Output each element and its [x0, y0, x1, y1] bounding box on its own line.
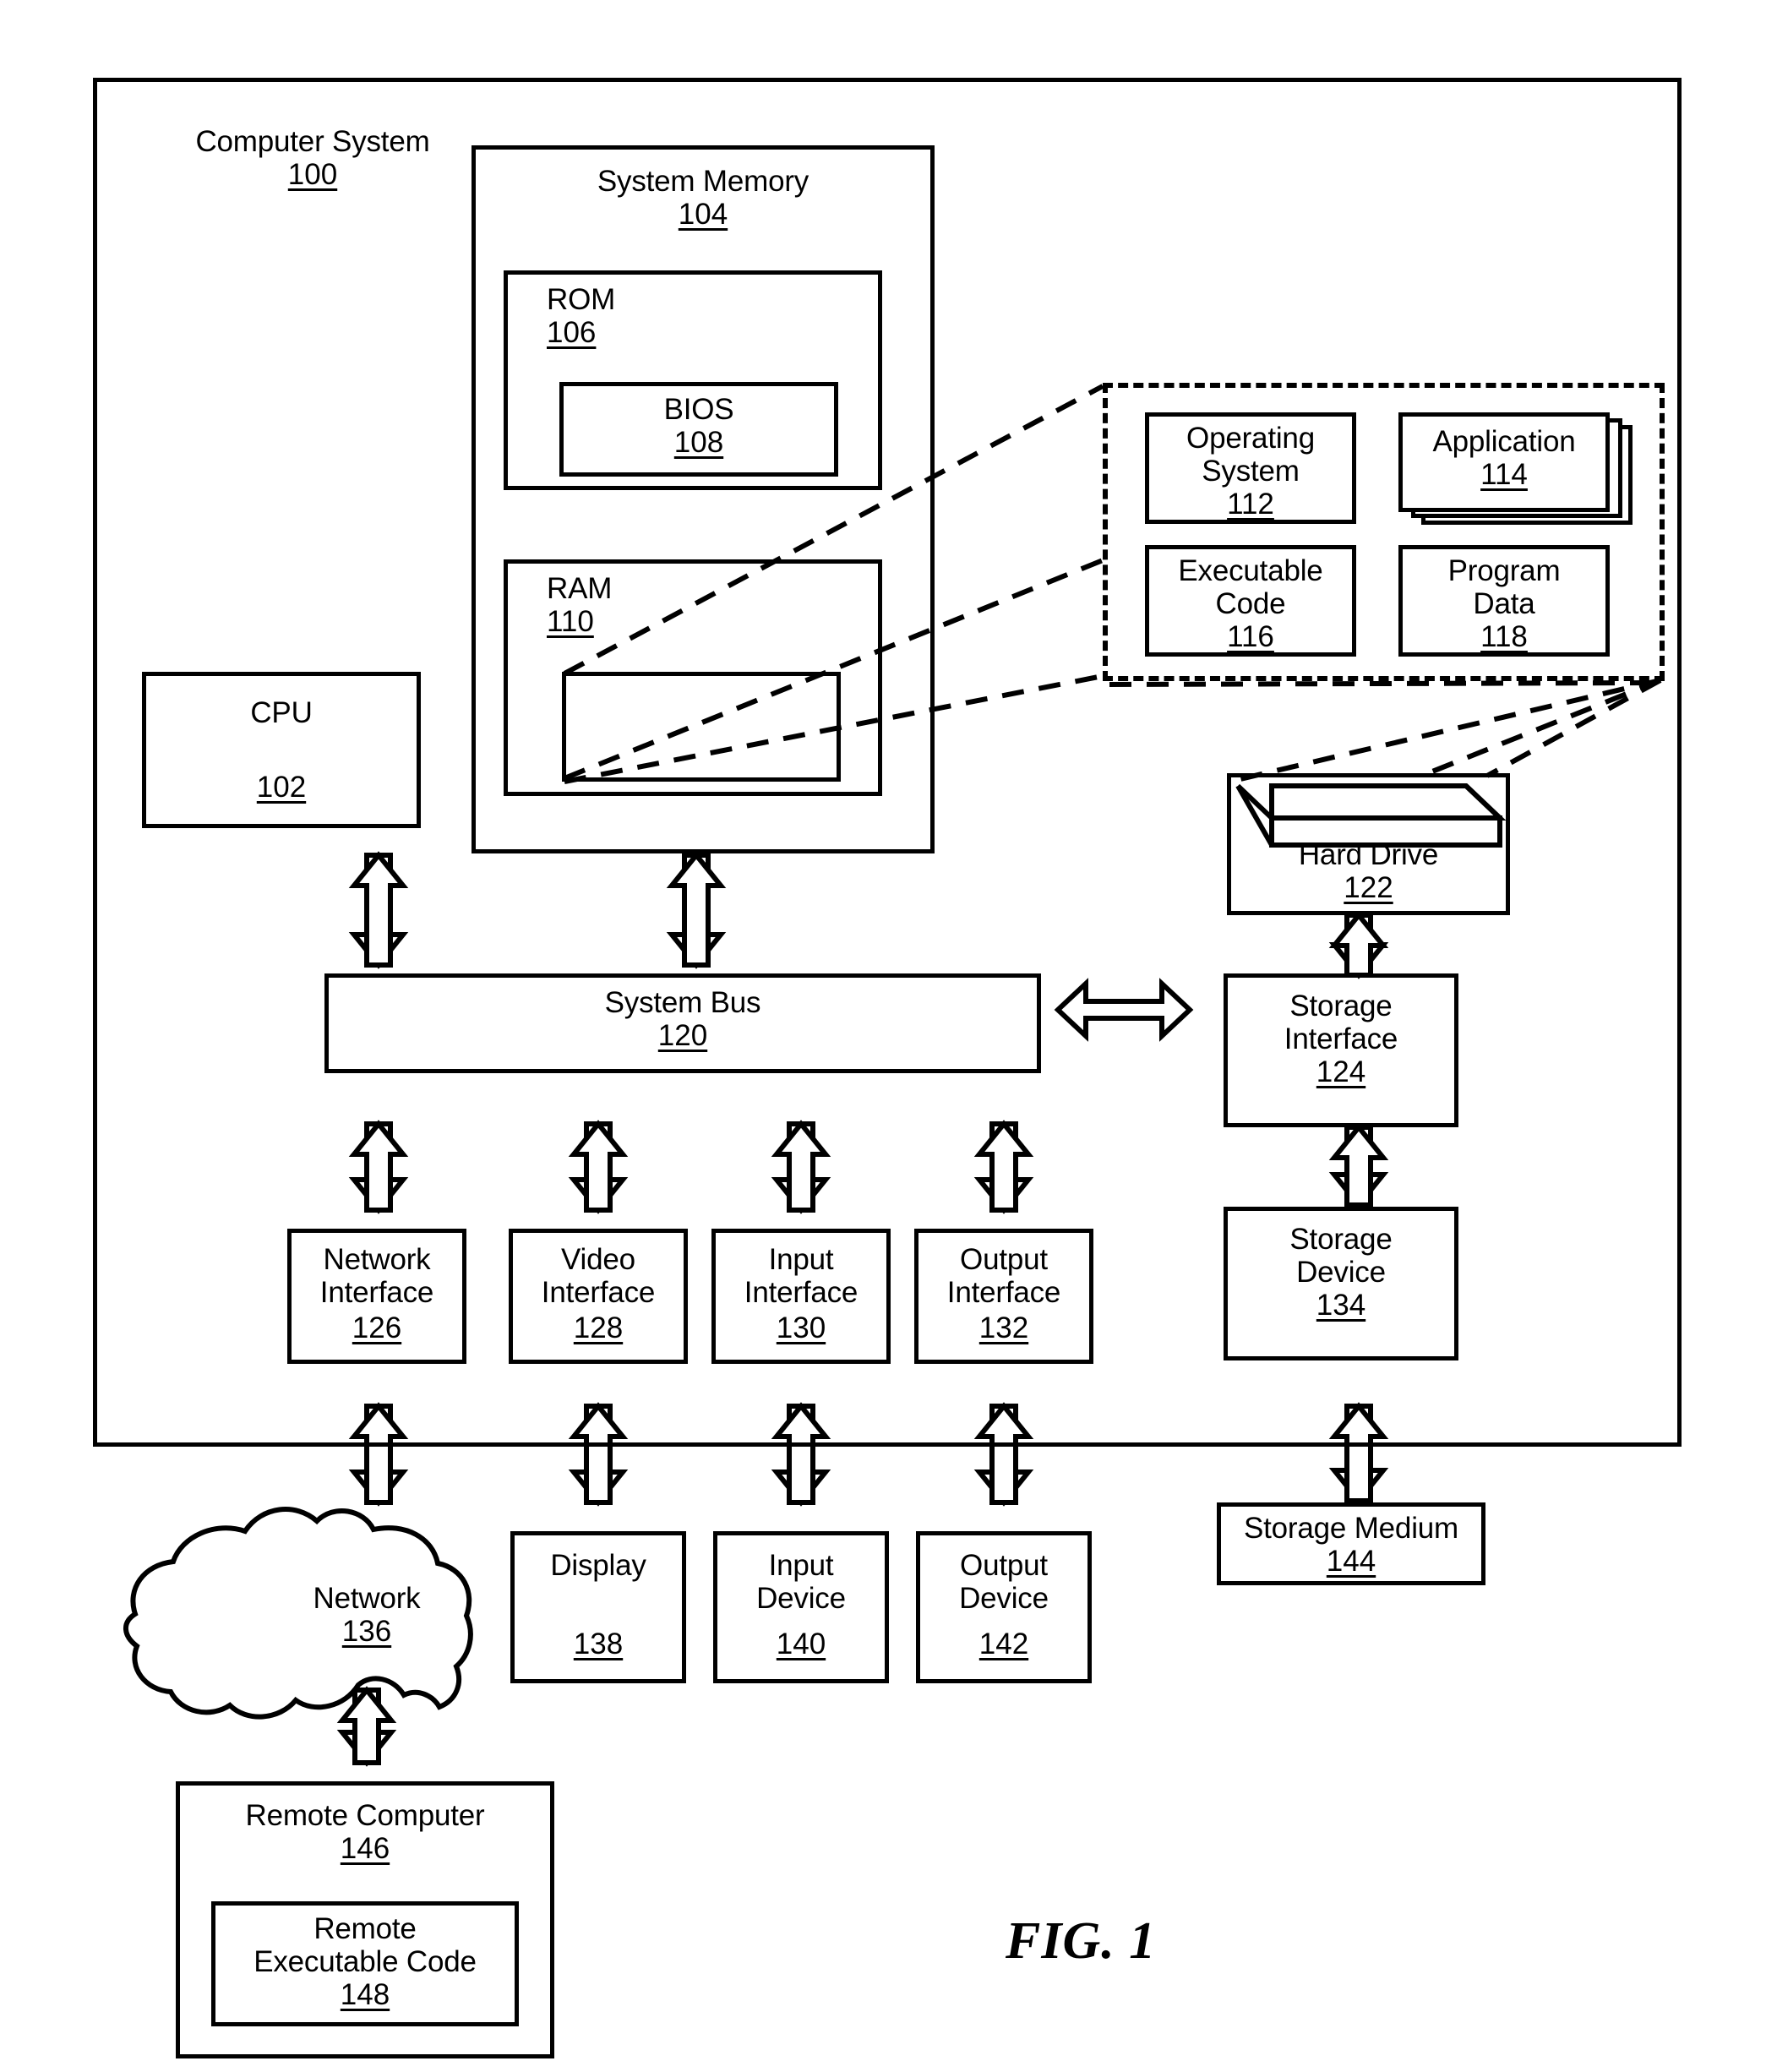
output-device-label: Output Device: [959, 1549, 1049, 1616]
storage-device-label: Storage Device: [1289, 1223, 1393, 1290]
display-number: 138: [573, 1627, 624, 1660]
hard-drive-box[interactable]: Hard Drive 122: [1227, 773, 1510, 915]
storage-medium-number: 144: [1326, 1545, 1376, 1579]
ram-label: RAM: [547, 572, 613, 605]
hard-drive-label: Hard Drive: [1298, 837, 1439, 871]
system-bus-box[interactable]: System Bus 120: [324, 973, 1041, 1073]
application-box[interactable]: Application 114: [1398, 412, 1610, 512]
network-interface-label: Network Interface: [319, 1243, 434, 1310]
display-box[interactable]: Display 138: [510, 1531, 686, 1683]
operating-system-number: 112: [1227, 488, 1274, 521]
output-device-box[interactable]: Output Device 142: [916, 1531, 1092, 1683]
storage-interface-label: Storage Interface: [1284, 990, 1398, 1056]
input-device-label: Input Device: [756, 1549, 846, 1616]
cpu-number: 102: [256, 770, 307, 804]
storage-medium-box[interactable]: Storage Medium 144: [1217, 1502, 1485, 1585]
input-device-box[interactable]: Input Device 140: [713, 1531, 889, 1683]
storage-medium-label: Storage Medium: [1244, 1512, 1458, 1545]
operating-system-label: Operating System: [1186, 422, 1315, 488]
network-number: 136: [341, 1615, 392, 1649]
network-interface-number: 126: [352, 1311, 402, 1344]
bios-number: 108: [673, 426, 724, 460]
storage-interface-box[interactable]: Storage Interface 124: [1224, 973, 1458, 1127]
cpu-box[interactable]: CPU 102: [142, 672, 421, 828]
computer-system-title: Computer System 100: [144, 125, 482, 191]
remote-executable-code-box[interactable]: Remote Executable Code 148: [211, 1901, 519, 2026]
network-cloud-label-group[interactable]: Network 136: [240, 1582, 493, 1648]
input-device-number: 140: [776, 1627, 826, 1660]
figure-caption: FIG. 1: [1006, 1912, 1157, 1970]
input-interface-box[interactable]: Input Interface 130: [711, 1229, 891, 1364]
storage-interface-number: 124: [1316, 1055, 1366, 1089]
remote-computer-number: 146: [340, 1832, 390, 1866]
executable-code-box[interactable]: Executable Code 116: [1145, 545, 1356, 657]
system-memory-number: 104: [678, 198, 728, 232]
output-interface-label: Output Interface: [946, 1243, 1061, 1310]
output-interface-box[interactable]: Output Interface 132: [914, 1229, 1093, 1364]
display-label: Display: [550, 1549, 646, 1582]
hard-drive-number: 122: [1344, 870, 1393, 904]
patent-figure-1: Computer System 100 System Memory 104 RO…: [0, 0, 1777, 2072]
arrow-network-to-remote-computer: [336, 1686, 397, 1767]
program-data-number: 118: [1480, 620, 1528, 654]
remote-executable-code-label: Remote Executable Code: [253, 1912, 477, 1979]
program-data-label: Program Data: [1447, 554, 1561, 621]
storage-device-box[interactable]: Storage Device 134: [1224, 1207, 1458, 1360]
ram-contents-region: [562, 672, 841, 782]
application-number: 114: [1480, 458, 1528, 492]
system-bus-label: System Bus: [604, 986, 761, 1019]
video-interface-box[interactable]: Video Interface 128: [509, 1229, 688, 1364]
executable-code-number: 116: [1227, 620, 1274, 654]
network-interface-box[interactable]: Network Interface 126: [287, 1229, 466, 1364]
bios-box[interactable]: BIOS 108: [559, 382, 838, 477]
output-interface-number: 132: [978, 1311, 1029, 1344]
remote-executable-code-number: 148: [340, 1978, 390, 2012]
video-interface-number: 128: [573, 1311, 624, 1344]
bios-label: BIOS: [663, 393, 734, 426]
input-interface-label: Input Interface: [744, 1243, 859, 1310]
storage-device-number: 134: [1316, 1289, 1366, 1322]
network-label: Network: [313, 1582, 421, 1615]
rom-number: 106: [547, 316, 597, 350]
program-data-box[interactable]: Program Data 118: [1398, 545, 1610, 657]
computer-system-label: Computer System: [195, 125, 430, 158]
remote-computer-label: Remote Computer: [245, 1799, 485, 1832]
video-interface-label: Video Interface: [541, 1243, 656, 1310]
output-device-number: 142: [978, 1627, 1029, 1660]
operating-system-box[interactable]: Operating System 112: [1145, 412, 1356, 524]
application-label: Application: [1432, 425, 1576, 458]
system-bus-number: 120: [657, 1019, 708, 1053]
input-interface-number: 130: [776, 1311, 826, 1344]
ram-number: 110: [547, 605, 594, 639]
rom-label: ROM: [547, 283, 616, 316]
executable-code-label: Executable Code: [1178, 554, 1323, 621]
system-memory-label: System Memory: [597, 165, 809, 198]
cpu-label: CPU: [250, 696, 313, 729]
computer-system-number: 100: [287, 158, 338, 192]
